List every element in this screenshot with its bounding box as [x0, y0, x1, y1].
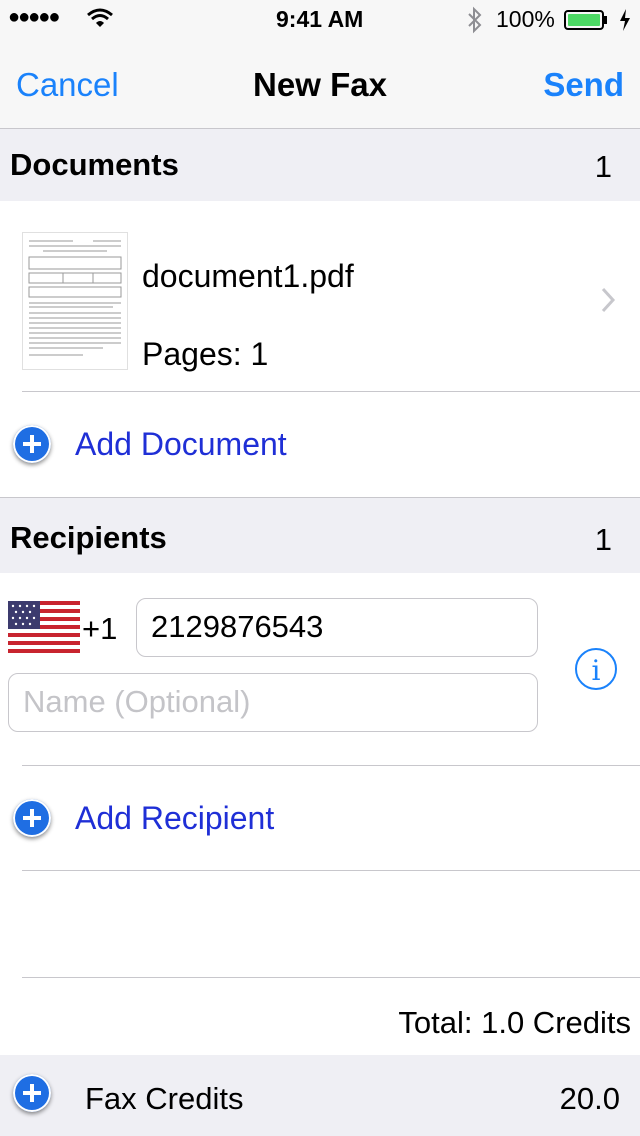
info-icon[interactable]: i	[574, 647, 618, 696]
status-time: 9:41 AM	[276, 6, 364, 32]
divider	[22, 870, 640, 871]
chevron-right-icon	[600, 286, 616, 319]
charging-icon	[618, 8, 632, 37]
fax-credits-row[interactable]: Fax Credits 20.0	[0, 1055, 640, 1136]
document-thumbnail	[22, 232, 128, 370]
svg-text:i: i	[592, 654, 601, 687]
fax-credits-value: 20.0	[559, 1081, 620, 1116]
country-code: +1	[82, 611, 118, 646]
document-name: document1.pdf	[142, 258, 354, 294]
add-recipient-button[interactable]: Add Recipient	[75, 800, 274, 837]
add-recipient-plus-icon[interactable]	[13, 799, 51, 837]
add-document-row[interactable]: Add Document	[0, 392, 640, 496]
us-flag-icon[interactable]	[8, 601, 80, 653]
battery-percent: 100%	[496, 6, 555, 32]
document-row[interactable]: document1.pdf Pages: 1	[0, 202, 640, 392]
fax-credits-label: Fax Credits	[85, 1081, 244, 1116]
navigation-bar: ●●●●● 9:41 AM 100% Cancel New Fax Send	[0, 0, 640, 129]
bluetooth-icon	[466, 6, 484, 39]
documents-section-header: Documents 1	[0, 129, 640, 201]
send-button[interactable]: Send	[543, 66, 624, 104]
fax-number-input[interactable]: 2129876543	[136, 598, 538, 657]
add-document-plus-icon[interactable]	[13, 425, 51, 463]
recipients-count: 1	[594, 522, 612, 557]
add-recipient-row[interactable]: Add Recipient	[0, 766, 640, 870]
add-document-button[interactable]: Add Document	[75, 426, 287, 463]
buy-credits-plus-icon[interactable]	[13, 1074, 51, 1112]
document-pages: Pages: 1	[142, 336, 269, 372]
wifi-icon	[86, 6, 114, 35]
documents-count: 1	[594, 149, 612, 184]
total-credits: Total: 1.0 Credits	[398, 1005, 631, 1040]
divider	[22, 977, 640, 978]
documents-header: Documents	[10, 147, 179, 182]
recipients-section-header: Recipients 1	[0, 497, 640, 573]
recipient-name-input[interactable]: Name (Optional)	[8, 673, 538, 732]
battery-icon	[564, 9, 610, 36]
signal-strength-icon: ●●●●●	[8, 6, 60, 28]
recipients-header: Recipients	[10, 520, 167, 555]
